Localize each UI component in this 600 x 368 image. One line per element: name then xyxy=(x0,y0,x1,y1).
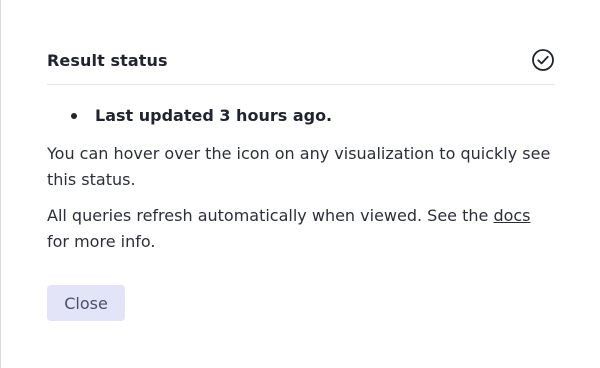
screen: Result status Last updated 3 hours ago. … xyxy=(0,0,600,368)
dialog-title: Result status xyxy=(47,50,168,70)
close-button[interactable]: Close xyxy=(47,285,125,321)
dialog-header: Result status xyxy=(47,44,555,85)
bullet-icon xyxy=(71,113,77,119)
refresh-info-lead: All queries refresh automatically when v… xyxy=(47,206,494,225)
refresh-info-tail: for more info. xyxy=(47,232,156,251)
left-border xyxy=(0,0,1,368)
status-list: Last updated 3 hours ago. xyxy=(47,105,555,127)
hover-info-text: You can hover over the icon on any visua… xyxy=(47,144,551,189)
status-item: Last updated 3 hours ago. xyxy=(71,105,555,127)
refresh-info-text: All queries refresh automatically when v… xyxy=(47,203,555,255)
last-updated-text: Last updated 3 hours ago. xyxy=(95,106,333,125)
result-status-dialog: Result status Last updated 3 hours ago. … xyxy=(47,44,555,321)
docs-link[interactable]: docs xyxy=(493,206,530,225)
check-circle-icon xyxy=(531,48,555,72)
